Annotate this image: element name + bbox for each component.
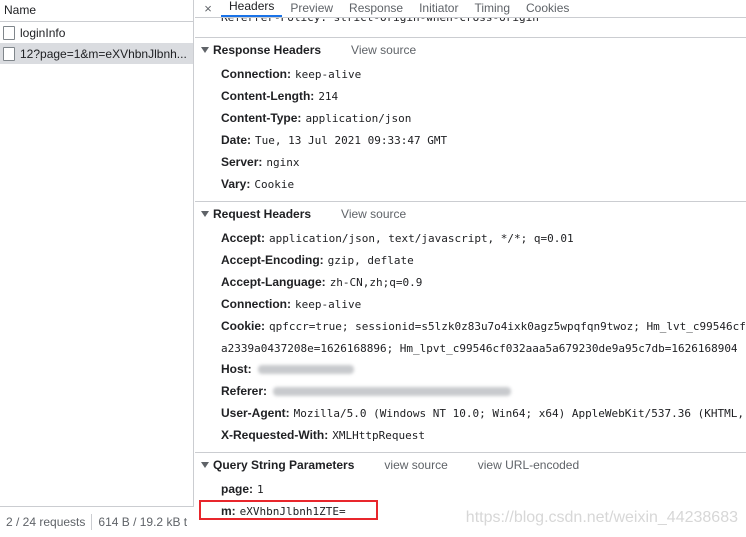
query-params-toggle[interactable]: Query String Parameters view source view… <box>195 453 746 477</box>
header-row: Referer: <box>221 382 512 400</box>
header-name: Content-Length: <box>221 89 315 103</box>
header-name: Server: <box>221 155 263 169</box>
status-bar: 2 / 24 requests 614 B / 19.2 kB t <box>0 506 194 537</box>
request-headers-toggle[interactable]: Request Headers View source <box>195 202 746 226</box>
divider <box>195 17 746 18</box>
header-name: Vary: <box>221 177 251 191</box>
header-value: nginx <box>266 156 300 169</box>
header-name: Accept: <box>221 231 266 245</box>
header-value: Cookie <box>254 178 295 191</box>
param-name: page: <box>221 482 254 496</box>
file-icon <box>3 46 15 61</box>
view-url-encoded-link[interactable]: view URL-encoded <box>478 458 579 472</box>
header-value: a2339a0437208e=1626168896; Hm_lpvt_c9954… <box>221 342 738 355</box>
header-row: Accept-Encoding: gzip, deflate <box>221 251 414 269</box>
header-row: Accept-Language: zh-CN,zh;q=0.9 <box>221 273 422 291</box>
header-name: Connection: <box>221 297 291 311</box>
view-source-link[interactable]: View source <box>341 207 406 221</box>
name-column-header[interactable]: Name <box>0 0 193 22</box>
request-row-12[interactable]: 12?page=1&m=eXVhbnJlbnh... <box>0 43 193 64</box>
header-name: Accept-Encoding: <box>221 253 324 267</box>
header-name: Host: <box>221 362 252 376</box>
header-name: X-Requested-With: <box>221 428 329 442</box>
header-row: Host: <box>221 360 354 378</box>
header-name: Referer: <box>221 384 268 398</box>
header-row: Connection: keep-alive <box>221 295 361 313</box>
header-name: User-Agent: <box>221 406 290 420</box>
header-row: Accept: application/json, text/javascript… <box>221 229 574 247</box>
header-value: keep-alive <box>295 298 362 311</box>
tab-preview[interactable]: Preview <box>282 0 341 17</box>
header-row: Vary: Cookie <box>221 175 294 193</box>
header-name: Date: <box>221 133 252 147</box>
header-value: application/json <box>305 112 412 125</box>
header-value: gzip, deflate <box>327 254 414 267</box>
annotation-highlight-box <box>199 500 378 520</box>
param-value: 1 <box>257 483 264 496</box>
header-row: Date: Tue, 13 Jul 2021 09:33:47 GMT <box>221 131 447 149</box>
request-row-logininfo[interactable]: loginInfo <box>0 22 193 43</box>
triangle-down-icon <box>201 211 209 217</box>
header-value: 214 <box>318 90 339 103</box>
section-title: Query String Parameters <box>213 458 355 472</box>
header-row: Server: nginx <box>221 153 300 171</box>
view-source-link[interactable]: view source <box>384 458 447 472</box>
header-row: User-Agent: Mozilla/5.0 (Windows NT 10.0;… <box>221 404 744 422</box>
tab-response[interactable]: Response <box>341 0 411 17</box>
tab-headers[interactable]: Headers <box>221 0 283 17</box>
request-count: 2 / 24 requests <box>6 515 86 529</box>
tab-initiator[interactable]: Initiator <box>411 0 466 17</box>
header-row-continuation: a2339a0437208e=1626168896; Hm_lpvt_c9954… <box>221 339 738 357</box>
header-row: Content-Length: 214 <box>221 87 338 105</box>
header-name: Cookie: <box>221 319 266 333</box>
header-row: Content-Type: application/json <box>221 109 411 127</box>
header-name: Connection: <box>221 67 291 81</box>
request-details-pane: Referrer-Policy: strict-origin-when-cros… <box>195 0 746 537</box>
header-row: X-Requested-With: XMLHttpRequest <box>221 426 425 444</box>
close-icon[interactable]: × <box>195 0 221 17</box>
tab-cookies[interactable]: Cookies <box>518 0 577 17</box>
section-title: Request Headers <box>213 207 312 221</box>
request-name: 12?page=1&m=eXVhbnJlbnh... <box>20 46 187 61</box>
param-row: page: 1 <box>221 480 264 498</box>
file-icon <box>3 25 15 40</box>
header-name: Accept-Language: <box>221 275 326 289</box>
redacted-value <box>273 387 512 397</box>
header-value: qpfccr=true; sessionid=s5lzk0z83u7o4ixk0… <box>269 320 746 333</box>
header-value: Mozilla/5.0 (Windows NT 10.0; Win64; x64… <box>293 407 745 420</box>
section-title: Response Headers <box>213 43 322 57</box>
header-value: application/json, text/javascript, */*; … <box>269 232 574 245</box>
watermark: https://blog.csdn.net/weixin_44238683 <box>465 509 738 526</box>
transfer-size: 614 B / 19.2 kB t <box>98 515 188 529</box>
header-name: Content-Type: <box>221 111 302 125</box>
request-list-pane: Name loginInfo 12?page=1&m=eXVhbnJlbnh..… <box>0 0 194 537</box>
header-value: keep-alive <box>295 68 362 81</box>
redacted-value <box>257 365 354 375</box>
header-row: Cookie: qpfccr=true; sessionid=s5lzk0z83u… <box>221 317 746 335</box>
tab-timing[interactable]: Timing <box>466 0 518 17</box>
response-headers-toggle[interactable]: Response Headers View source <box>195 38 746 62</box>
details-tab-bar: × Headers Preview Response Initiator Tim… <box>195 0 746 17</box>
header-row: Connection: keep-alive <box>221 65 361 83</box>
triangle-down-icon <box>201 462 209 468</box>
view-source-link[interactable]: View source <box>351 43 416 57</box>
request-name: loginInfo <box>20 25 66 40</box>
header-value: XMLHttpRequest <box>332 429 425 442</box>
triangle-down-icon <box>201 47 209 53</box>
header-value: Tue, 13 Jul 2021 09:33:47 GMT <box>255 134 448 147</box>
header-value: zh-CN,zh;q=0.9 <box>329 276 423 289</box>
